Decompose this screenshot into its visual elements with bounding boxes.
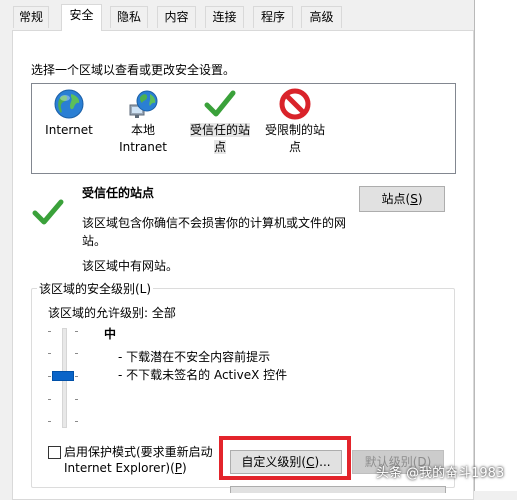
slider-tick — [75, 376, 78, 377]
tab-label: 内容 — [164, 10, 189, 24]
slider-tick — [48, 376, 51, 377]
globe-icon — [53, 88, 85, 125]
security-level-bullet-2: - 不下载未签名的 ActiveX 控件 — [118, 368, 288, 382]
watermark-text: 头条 @我的奋斗1983 — [376, 466, 505, 481]
access-key: P — [174, 461, 183, 475]
selected-zone-note: 该区域中有网站。 — [82, 259, 179, 273]
reset-all-zones-button-partial[interactable] — [230, 486, 446, 493]
access-key: S — [410, 192, 418, 206]
tab-content[interactable]: 内容 — [157, 6, 196, 28]
intranet-globe-icon — [127, 88, 159, 125]
zone-label: 受限制的站 点 — [262, 122, 328, 156]
highlight-annotation-box — [219, 436, 351, 480]
slider-tick — [48, 353, 51, 354]
security-level-slider-thumb[interactable] — [52, 371, 74, 381]
button-label: 站点( — [381, 192, 411, 206]
zone-label-line: Internet — [45, 123, 93, 137]
button-label-suffix: ) — [417, 192, 423, 206]
tab-label: 安全 — [69, 8, 94, 22]
tab-advanced[interactable]: 高级 — [301, 6, 342, 28]
tab-label: 常规 — [18, 10, 43, 24]
slider-tick — [48, 399, 51, 400]
label-suffix: ) — [182, 461, 187, 475]
tab-label: 程序 — [260, 10, 285, 24]
zone-trusted-sites[interactable]: 受信任的站 点 — [186, 84, 254, 172]
zone-local-intranet[interactable]: 本地 Intranet — [114, 84, 172, 172]
security-level-name: 中 — [104, 327, 117, 341]
slider-tick — [48, 421, 51, 422]
selected-zone-title: 受信任的站点 — [82, 186, 155, 200]
sites-button[interactable]: 站点(S) — [359, 186, 445, 212]
zone-label-line: 受信任的站 — [189, 123, 250, 137]
window-edge — [474, 0, 475, 491]
zone-label-line: 本地 — [130, 123, 155, 137]
zone-label: 本地 Intranet — [114, 122, 172, 156]
slider-tick — [48, 331, 51, 332]
tab-label: 高级 — [309, 10, 334, 24]
slider-tick — [75, 399, 78, 400]
prohibited-icon — [279, 88, 311, 125]
zone-label: Internet — [42, 122, 96, 139]
zone-label-line: 受限制的站 — [264, 123, 325, 137]
tab-label: 连接 — [212, 10, 237, 24]
slider-tick — [75, 421, 78, 422]
security-level-group-title: 该区域的安全级别(L) — [37, 280, 154, 297]
tab-general[interactable]: 常规 — [13, 6, 49, 28]
tab-strip: 常规 安全 隐私 内容 连接 程序 高级 — [0, 0, 474, 31]
zone-restricted-sites[interactable]: 受限制的站 点 — [262, 84, 328, 172]
zone-list[interactable]: Internet 本地 Intranet 受信任的站 点 受限制的站 点 — [31, 83, 456, 174]
allowed-levels-label: 该区域的允许级别: 全部 — [48, 306, 176, 320]
selected-zone-description-line2: 站。 — [82, 234, 107, 248]
checkmark-icon — [204, 88, 236, 125]
tab-security[interactable]: 安全 — [61, 4, 102, 31]
zone-instruction: 选择一个区域以查看或更改安全设置。 — [31, 63, 236, 77]
zone-label-line: 点 — [213, 140, 226, 154]
zone-label-line: 点 — [288, 140, 301, 154]
protected-mode-label-line1[interactable]: 启用保护模式(要求重新启动 — [64, 443, 213, 460]
tab-privacy[interactable]: 隐私 — [110, 6, 148, 28]
tab-connections[interactable]: 连接 — [205, 6, 244, 28]
slider-tick — [75, 353, 78, 354]
slider-tick — [75, 331, 78, 332]
protected-mode-label-line2[interactable]: Internet Explorer)(P) — [64, 461, 187, 475]
security-level-bullet-1: - 下载潜在不安全内容前提示 — [118, 350, 271, 364]
selected-zone-checkmark-icon — [31, 196, 65, 231]
selected-zone-description-line1: 该区域包含你确信不会损害你的计算机或文件的网 — [82, 216, 347, 230]
background-area — [475, 0, 517, 491]
protected-mode-checkbox[interactable] — [48, 446, 61, 459]
zone-internet[interactable]: Internet — [42, 84, 96, 172]
label-text: Internet Explorer)( — [64, 461, 175, 475]
zone-label-line: Intranet — [119, 140, 167, 154]
zone-label: 受信任的站 点 — [186, 122, 254, 156]
tab-programs[interactable]: 程序 — [253, 6, 293, 28]
tab-label: 隐私 — [116, 10, 141, 24]
